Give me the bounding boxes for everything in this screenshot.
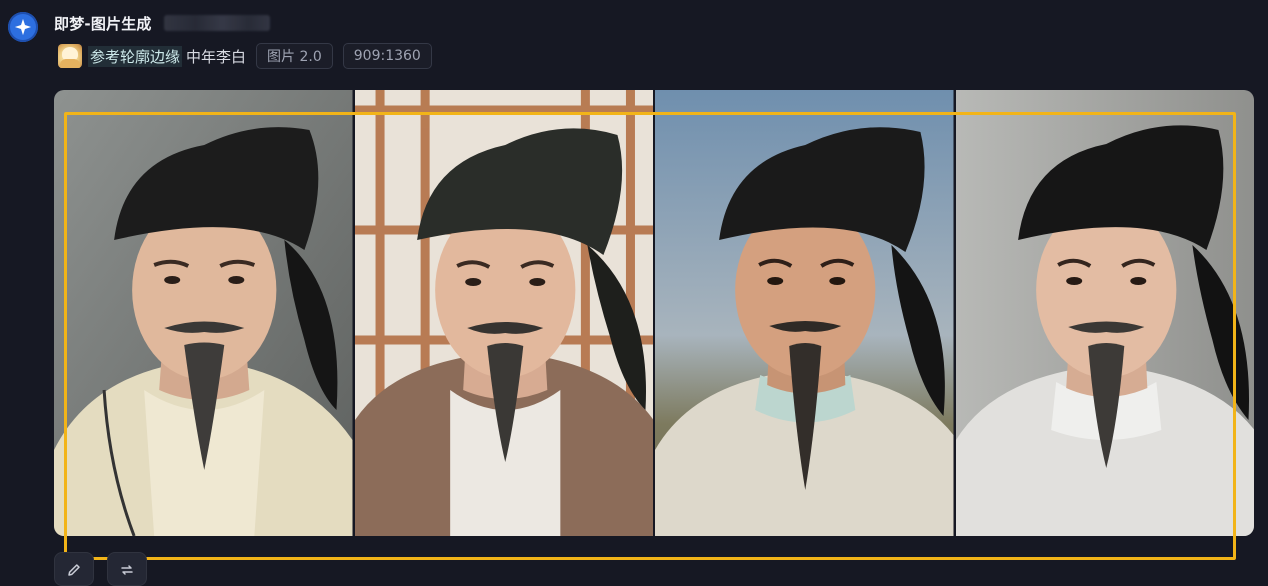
regenerate-icon [121,565,133,575]
reference-image-thumbnail[interactable] [58,44,82,68]
model-chip: 图片 2.0 [256,43,333,69]
redacted-timestamp [163,15,270,31]
jimeng-star-icon [14,18,32,36]
reference-mode-label[interactable]: 参考轮廓边缘 [88,45,183,67]
generation-meta: 参考轮廓边缘 中年李白 图片 2.0 909:1360 [58,42,432,70]
generated-image-1[interactable] [54,90,353,536]
assistant-avatar [8,12,38,42]
app-title: 即梦-图片生成 [54,14,152,33]
edit-icon [68,564,80,576]
generated-image-grid [54,90,1254,536]
edit-button[interactable] [54,552,94,586]
regenerate-button[interactable] [107,552,147,586]
generated-image-4[interactable] [955,90,1254,536]
prompt-text: 中年李白 [186,47,247,66]
aspect-ratio-chip: 909:1360 [342,43,432,69]
generated-image-2[interactable] [354,90,653,536]
generated-image-3[interactable] [655,90,954,536]
message-header: 即梦-图片生成 [54,12,270,34]
